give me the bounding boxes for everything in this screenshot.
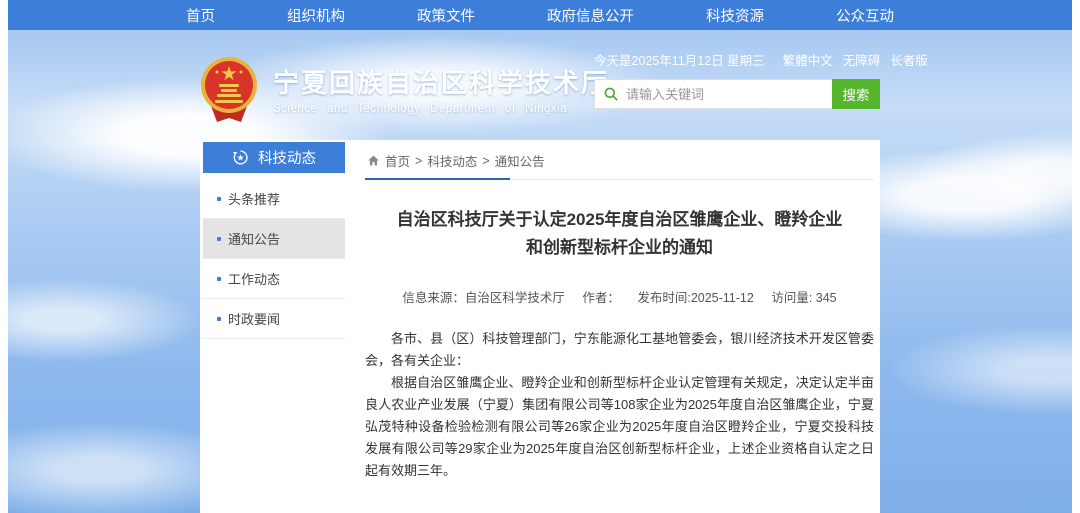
nav-item-gov-info[interactable]: 政府信息公开 [547,5,634,26]
national-emblem-logo [197,56,261,126]
sidebar-item-political-news[interactable]: 时政要闻 [203,299,345,339]
breadcrumb-separator: > [415,154,422,168]
article-paragraph: 各市、县（区）科技管理部门，宁东能源化工基地管委会，银川经济技术开发区管委会，各… [365,328,874,372]
breadcrumb-sci-news[interactable]: 科技动态 [427,151,477,170]
search-bar: 搜索 [594,79,880,109]
main-content-panel: 科技动态 头条推荐 通知公告 工作动态 时政要闻 [200,140,880,513]
sidebar-item-notices[interactable]: 通知公告 [203,219,345,259]
link-traditional-chinese[interactable]: 繁體中文 [783,50,833,69]
bullet-icon [217,317,221,321]
bullet-icon [217,277,221,281]
nav-item-organization[interactable]: 组织机构 [287,5,345,26]
search-input[interactable] [626,87,824,102]
header-right: 今天是2025年11月12日 星期三 繁體中文 无障碍 长者版 搜索 [594,50,880,109]
page: 首页 组织机构 政策文件 政府信息公开 科技资源 公众互动 宁夏回族自治区科学技… [0,0,1080,513]
top-navbar: 首页 组织机构 政策文件 政府信息公开 科技资源 公众互动 [8,0,1072,30]
article-paragraph: 根据自治区雏鹰企业、瞪羚企业和创新型标杆企业认定管理有关规定，决定认定半亩良人农… [365,372,874,482]
bullet-icon [217,237,221,241]
search-icon [603,86,619,102]
meta-source: 信息来源：自治区科学技术厅 [402,291,565,305]
sci-news-icon [232,149,249,166]
today-date: 今天是2025年11月12日 星期三 [594,50,765,69]
top-links: 今天是2025年11月12日 星期三 繁體中文 无障碍 长者版 [594,50,880,69]
search-button[interactable]: 搜索 [832,79,880,109]
article-title: 自治区科技厅关于认定2025年度自治区雏鹰企业、瞪羚企业 和创新型标杆企业的通知 [365,206,874,262]
sidebar-item-headlines[interactable]: 头条推荐 [203,179,345,219]
nav-item-policy-documents[interactable]: 政策文件 [417,5,475,26]
sidebar-item-label: 时政要闻 [228,309,280,328]
sidebar-item-label: 通知公告 [228,229,280,248]
sidebar-item-label: 头条推荐 [228,189,280,208]
article-body: 各市、县（区）科技管理部门，宁东能源化工基地管委会，银川经济技术开发区管委会，各… [365,328,874,482]
sidebar-item-work-news[interactable]: 工作动态 [203,259,345,299]
site-title: 宁夏回族自治区科学技术厅 [273,67,609,99]
search-box [594,79,832,109]
meta-publish-date: 发布时间:2025-11-12 [637,291,754,305]
breadcrumb-home[interactable]: 首页 [385,151,410,170]
nav-item-sci-resources[interactable]: 科技资源 [706,5,764,26]
breadcrumb: 首页 > 科技动态 > 通知公告 [365,140,874,180]
meta-views: 访问量: 345 [771,291,836,305]
site-header: 宁夏回族自治区科学技术厅 Science and Technology Depa… [197,56,609,126]
article-title-line1: 自治区科技厅关于认定2025年度自治区雏鹰企业、瞪羚企业 [365,206,874,234]
nav-item-public-interaction[interactable]: 公众互动 [836,5,894,26]
bullet-icon [217,197,221,201]
meta-author: 作者： [582,291,620,305]
nav-item-home[interactable]: 首页 [186,5,215,26]
sidebar-header: 科技动态 [203,142,345,173]
breadcrumb-current: 通知公告 [495,151,545,170]
breadcrumb-separator: > [482,154,489,168]
link-accessibility[interactable]: 无障碍 [843,50,881,69]
sidebar-item-label: 工作动态 [228,269,280,288]
article-title-line2: 和创新型标杆企业的通知 [365,234,874,262]
sidebar-title: 科技动态 [258,147,316,168]
link-elder-version[interactable]: 长者版 [890,50,928,69]
article: 首页 > 科技动态 > 通知公告 自治区科技厅关于认定2025年度自治区雏鹰企业… [365,140,874,513]
home-icon [367,154,380,167]
site-subtitle: Science and Technology Department of Nin… [273,103,609,115]
article-meta: 信息来源：自治区科学技术厅 作者： 发布时间:2025-11-12 访问量: 3… [365,287,874,306]
sidebar: 科技动态 头条推荐 通知公告 工作动态 时政要闻 [203,142,345,339]
breadcrumb-accent-bar [365,178,510,180]
site-titles: 宁夏回族自治区科学技术厅 Science and Technology Depa… [273,67,609,115]
sidebar-menu: 头条推荐 通知公告 工作动态 时政要闻 [203,173,345,339]
